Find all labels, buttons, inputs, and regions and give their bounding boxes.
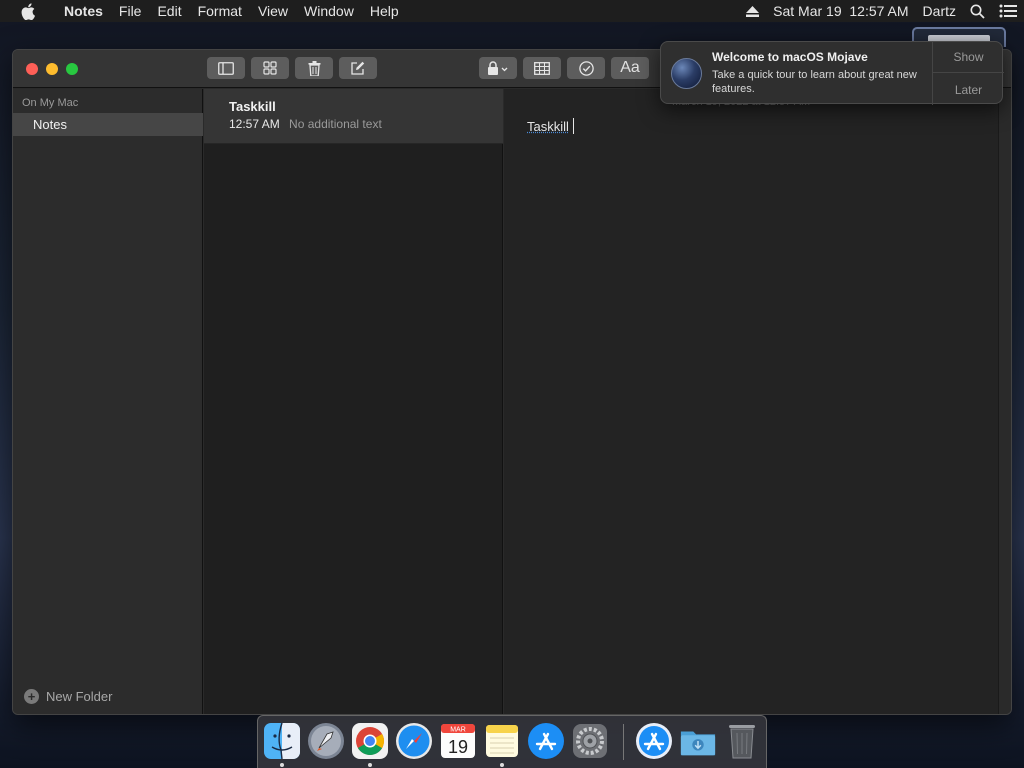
menu-clock[interactable]: Sat Mar 19 12:57 AM <box>766 0 915 22</box>
text-format-icon: Aa <box>620 59 640 76</box>
running-indicator <box>500 763 504 767</box>
eject-icon[interactable] <box>739 5 766 17</box>
note-preview: No additional text <box>289 117 382 131</box>
menu-help[interactable]: Help <box>362 0 407 22</box>
running-indicator <box>280 763 284 767</box>
sidebar-section-on-my-mac: On My Mac <box>22 97 79 109</box>
note-body[interactable]: Taskkill <box>527 119 569 134</box>
notification-title: Welcome to macOS Mojave <box>712 50 868 64</box>
toggle-sidebar-button[interactable] <box>207 57 245 79</box>
menu-edit[interactable]: Edit <box>149 0 189 22</box>
grid-icon <box>263 61 277 75</box>
table-icon <box>534 61 550 75</box>
later-button[interactable]: Later <box>933 74 1004 105</box>
new-folder-button[interactable]: + New Folder <box>24 689 112 704</box>
app-store-icon[interactable] <box>527 722 565 760</box>
menu-app-notes[interactable]: Notes <box>56 0 111 22</box>
running-indicator <box>368 763 372 767</box>
lock-note-button[interactable] <box>479 57 517 79</box>
notes-app-icon[interactable] <box>483 722 521 760</box>
dock: MAR 19 <box>257 715 767 768</box>
menu-file[interactable]: File <box>111 0 150 22</box>
note-time: 12:57 AM <box>229 117 280 131</box>
new-note-button[interactable] <box>339 57 377 79</box>
system-preferences-icon[interactable] <box>571 722 609 760</box>
note-editor[interactable]: March 19, 2022 at 12:57 AM Taskkill <box>504 89 999 714</box>
checkmark-circle-icon <box>578 60 594 76</box>
notes-window: Aa On My Mac Notes + New Folder Taskkill… <box>12 49 1012 715</box>
calendar-month: MAR <box>450 727 466 734</box>
lock-icon <box>488 61 508 75</box>
sidebar-item-notes[interactable]: Notes <box>13 113 203 136</box>
macos-mojave-icon <box>671 58 702 89</box>
downloads-folder-icon[interactable] <box>679 722 717 760</box>
delete-note-button[interactable] <box>295 57 333 79</box>
menu-format[interactable]: Format <box>190 0 250 22</box>
menu-user[interactable]: Dartz <box>916 0 963 22</box>
trash-icon <box>308 60 320 76</box>
minimize-button[interactable] <box>46 63 58 75</box>
calendar-icon[interactable]: MAR 19 <box>439 722 477 760</box>
spotlight-icon[interactable] <box>963 4 992 19</box>
launchpad-icon[interactable] <box>307 722 345 760</box>
gallery-view-button[interactable] <box>251 57 289 79</box>
menu-window[interactable]: Window <box>296 0 362 22</box>
table-button[interactable] <box>523 57 561 79</box>
show-button[interactable]: Show <box>933 42 1004 73</box>
checklist-button[interactable] <box>567 57 605 79</box>
trash-can-icon[interactable] <box>723 722 761 760</box>
note-title: Taskkill <box>229 99 276 114</box>
apple-icon[interactable] <box>0 2 56 20</box>
menu-view[interactable]: View <box>250 0 296 22</box>
folders-sidebar: On My Mac Notes + New Folder <box>13 89 203 714</box>
compose-icon <box>351 61 365 75</box>
note-list: Taskkill 12:57 AM No additional text <box>204 89 503 714</box>
app-store-download-icon[interactable] <box>635 722 673 760</box>
mojave-notification[interactable]: Welcome to macOS Mojave Take a quick tou… <box>660 41 1004 105</box>
dock-separator <box>623 724 624 760</box>
plus-circle-icon: + <box>24 689 39 704</box>
zoom-button[interactable] <box>66 63 78 75</box>
sidebar-icon <box>218 61 234 75</box>
calendar-day: 19 <box>448 737 468 757</box>
close-button[interactable] <box>26 63 38 75</box>
text-cursor <box>573 118 574 134</box>
list-item[interactable]: Taskkill 12:57 AM No additional text <box>204 89 503 144</box>
finder-icon[interactable] <box>263 722 301 760</box>
chrome-icon[interactable] <box>351 722 389 760</box>
notification-message: Take a quick tour to learn about great n… <box>712 69 917 95</box>
menu-bar: Notes File Edit Format View Window Help … <box>0 0 1024 22</box>
format-button[interactable]: Aa <box>611 57 649 79</box>
new-folder-label: New Folder <box>46 689 113 704</box>
notification-center-icon[interactable] <box>992 4 1024 18</box>
safari-icon[interactable] <box>395 722 433 760</box>
scrollbar[interactable] <box>998 89 1011 714</box>
